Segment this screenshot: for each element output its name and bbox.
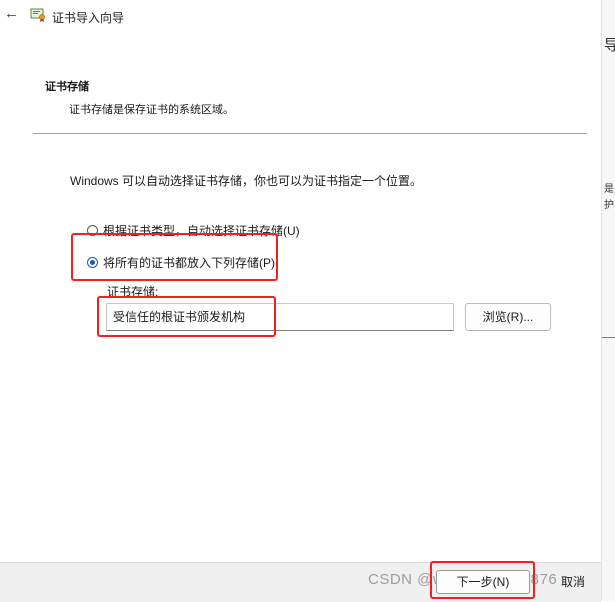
window-title: 证书导入向导 bbox=[52, 11, 125, 25]
background-window-edge bbox=[601, 0, 615, 601]
browse-button[interactable]: 浏览(R)... bbox=[465, 303, 551, 331]
header-divider bbox=[33, 133, 587, 134]
intro-text: Windows 可以自动选择证书存储，你也可以为证书指定一个位置。 bbox=[70, 174, 423, 188]
back-arrow-icon[interactable]: ← bbox=[4, 6, 20, 22]
certificate-icon bbox=[30, 8, 45, 22]
section-heading: 证书存储 bbox=[45, 81, 89, 93]
cancel-button[interactable]: 取消 bbox=[545, 570, 601, 594]
section-description: 证书存储是保存证书的系统区域。 bbox=[69, 104, 234, 116]
annotation-box-next bbox=[430, 561, 535, 599]
background-window-char: 导 bbox=[604, 37, 615, 54]
background-window-char: 是 bbox=[604, 184, 614, 195]
annotation-box-option bbox=[71, 233, 278, 281]
annotation-box-store bbox=[97, 296, 276, 337]
background-window-line bbox=[602, 337, 615, 338]
background-window-char: 护 bbox=[604, 200, 614, 211]
